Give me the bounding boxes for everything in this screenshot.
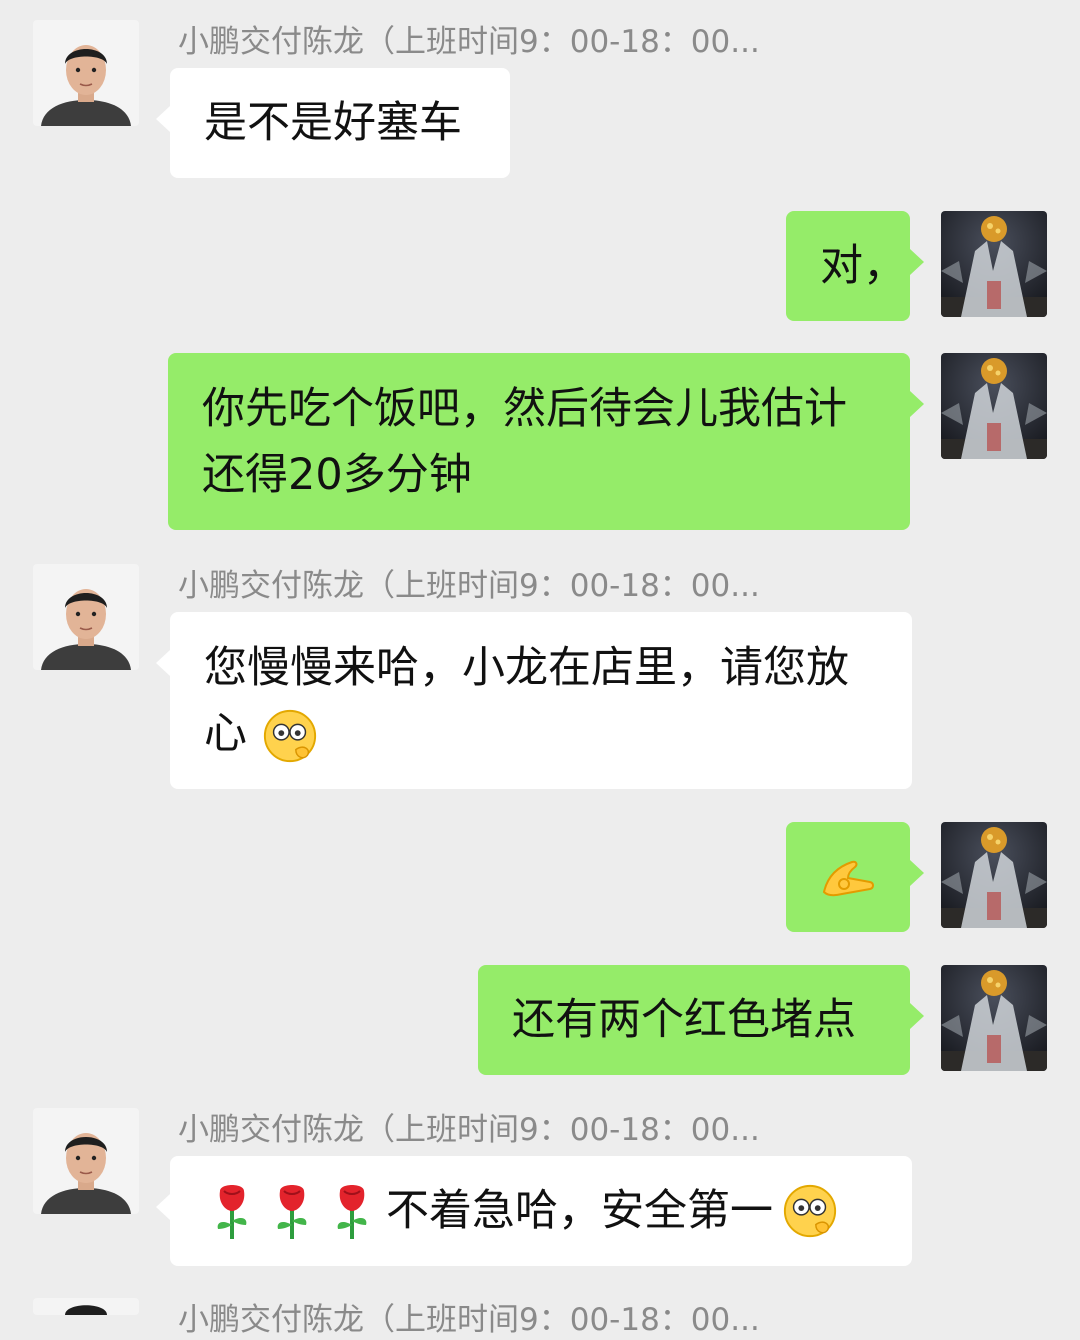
message-bubble-outgoing[interactable]	[786, 822, 924, 932]
message-bubble-outgoing[interactable]: 对，	[786, 211, 924, 321]
sender-name: 小鹏交付陈龙（上班时间9：00-18：00...	[178, 568, 760, 604]
message-bubble-outgoing[interactable]: 你先吃个饭吧，然后待会儿我估计还得20多分钟	[168, 353, 924, 530]
message-text: 还有两个红色堵点	[512, 995, 856, 1045]
sender-name: 小鹏交付陈龙（上班时间9：00-18：00...	[178, 1302, 760, 1338]
my-avatar[interactable]	[941, 965, 1047, 1071]
sender-name: 小鹏交付陈龙（上班时间9：00-18：00...	[178, 1112, 760, 1148]
contact-avatar[interactable]	[33, 1298, 139, 1315]
face-with-monocle-emoji	[261, 707, 319, 765]
ok-hand-emoji	[818, 852, 878, 902]
rose-emoji	[266, 1181, 318, 1241]
rose-emoji	[326, 1181, 378, 1241]
message-bubble-incoming[interactable]: 您慢慢来哈，小龙在店里，请您放心	[156, 612, 912, 789]
message-text: 不着急哈，安全第一	[386, 1186, 773, 1236]
contact-avatar[interactable]	[33, 564, 139, 670]
face-with-monocle-emoji	[781, 1182, 839, 1240]
my-avatar[interactable]	[941, 822, 1047, 928]
message-text: 你先吃个饭吧，然后待会儿我估计还得20多分钟	[202, 383, 847, 500]
my-avatar[interactable]	[941, 353, 1047, 459]
contact-avatar[interactable]	[33, 1108, 139, 1214]
message-bubble-outgoing[interactable]: 还有两个红色堵点	[478, 965, 924, 1075]
message-text: 对，	[820, 241, 906, 291]
sender-name: 小鹏交付陈龙（上班时间9：00-18：00...	[178, 24, 760, 60]
rose-emoji	[206, 1181, 258, 1241]
my-avatar[interactable]	[941, 211, 1047, 317]
message-bubble-incoming[interactable]: 是不是好塞车	[156, 68, 510, 178]
contact-avatar[interactable]	[33, 20, 139, 126]
message-text: 是不是好塞车	[204, 98, 462, 148]
message-bubble-incoming[interactable]: 不着急哈，安全第一	[156, 1156, 912, 1266]
